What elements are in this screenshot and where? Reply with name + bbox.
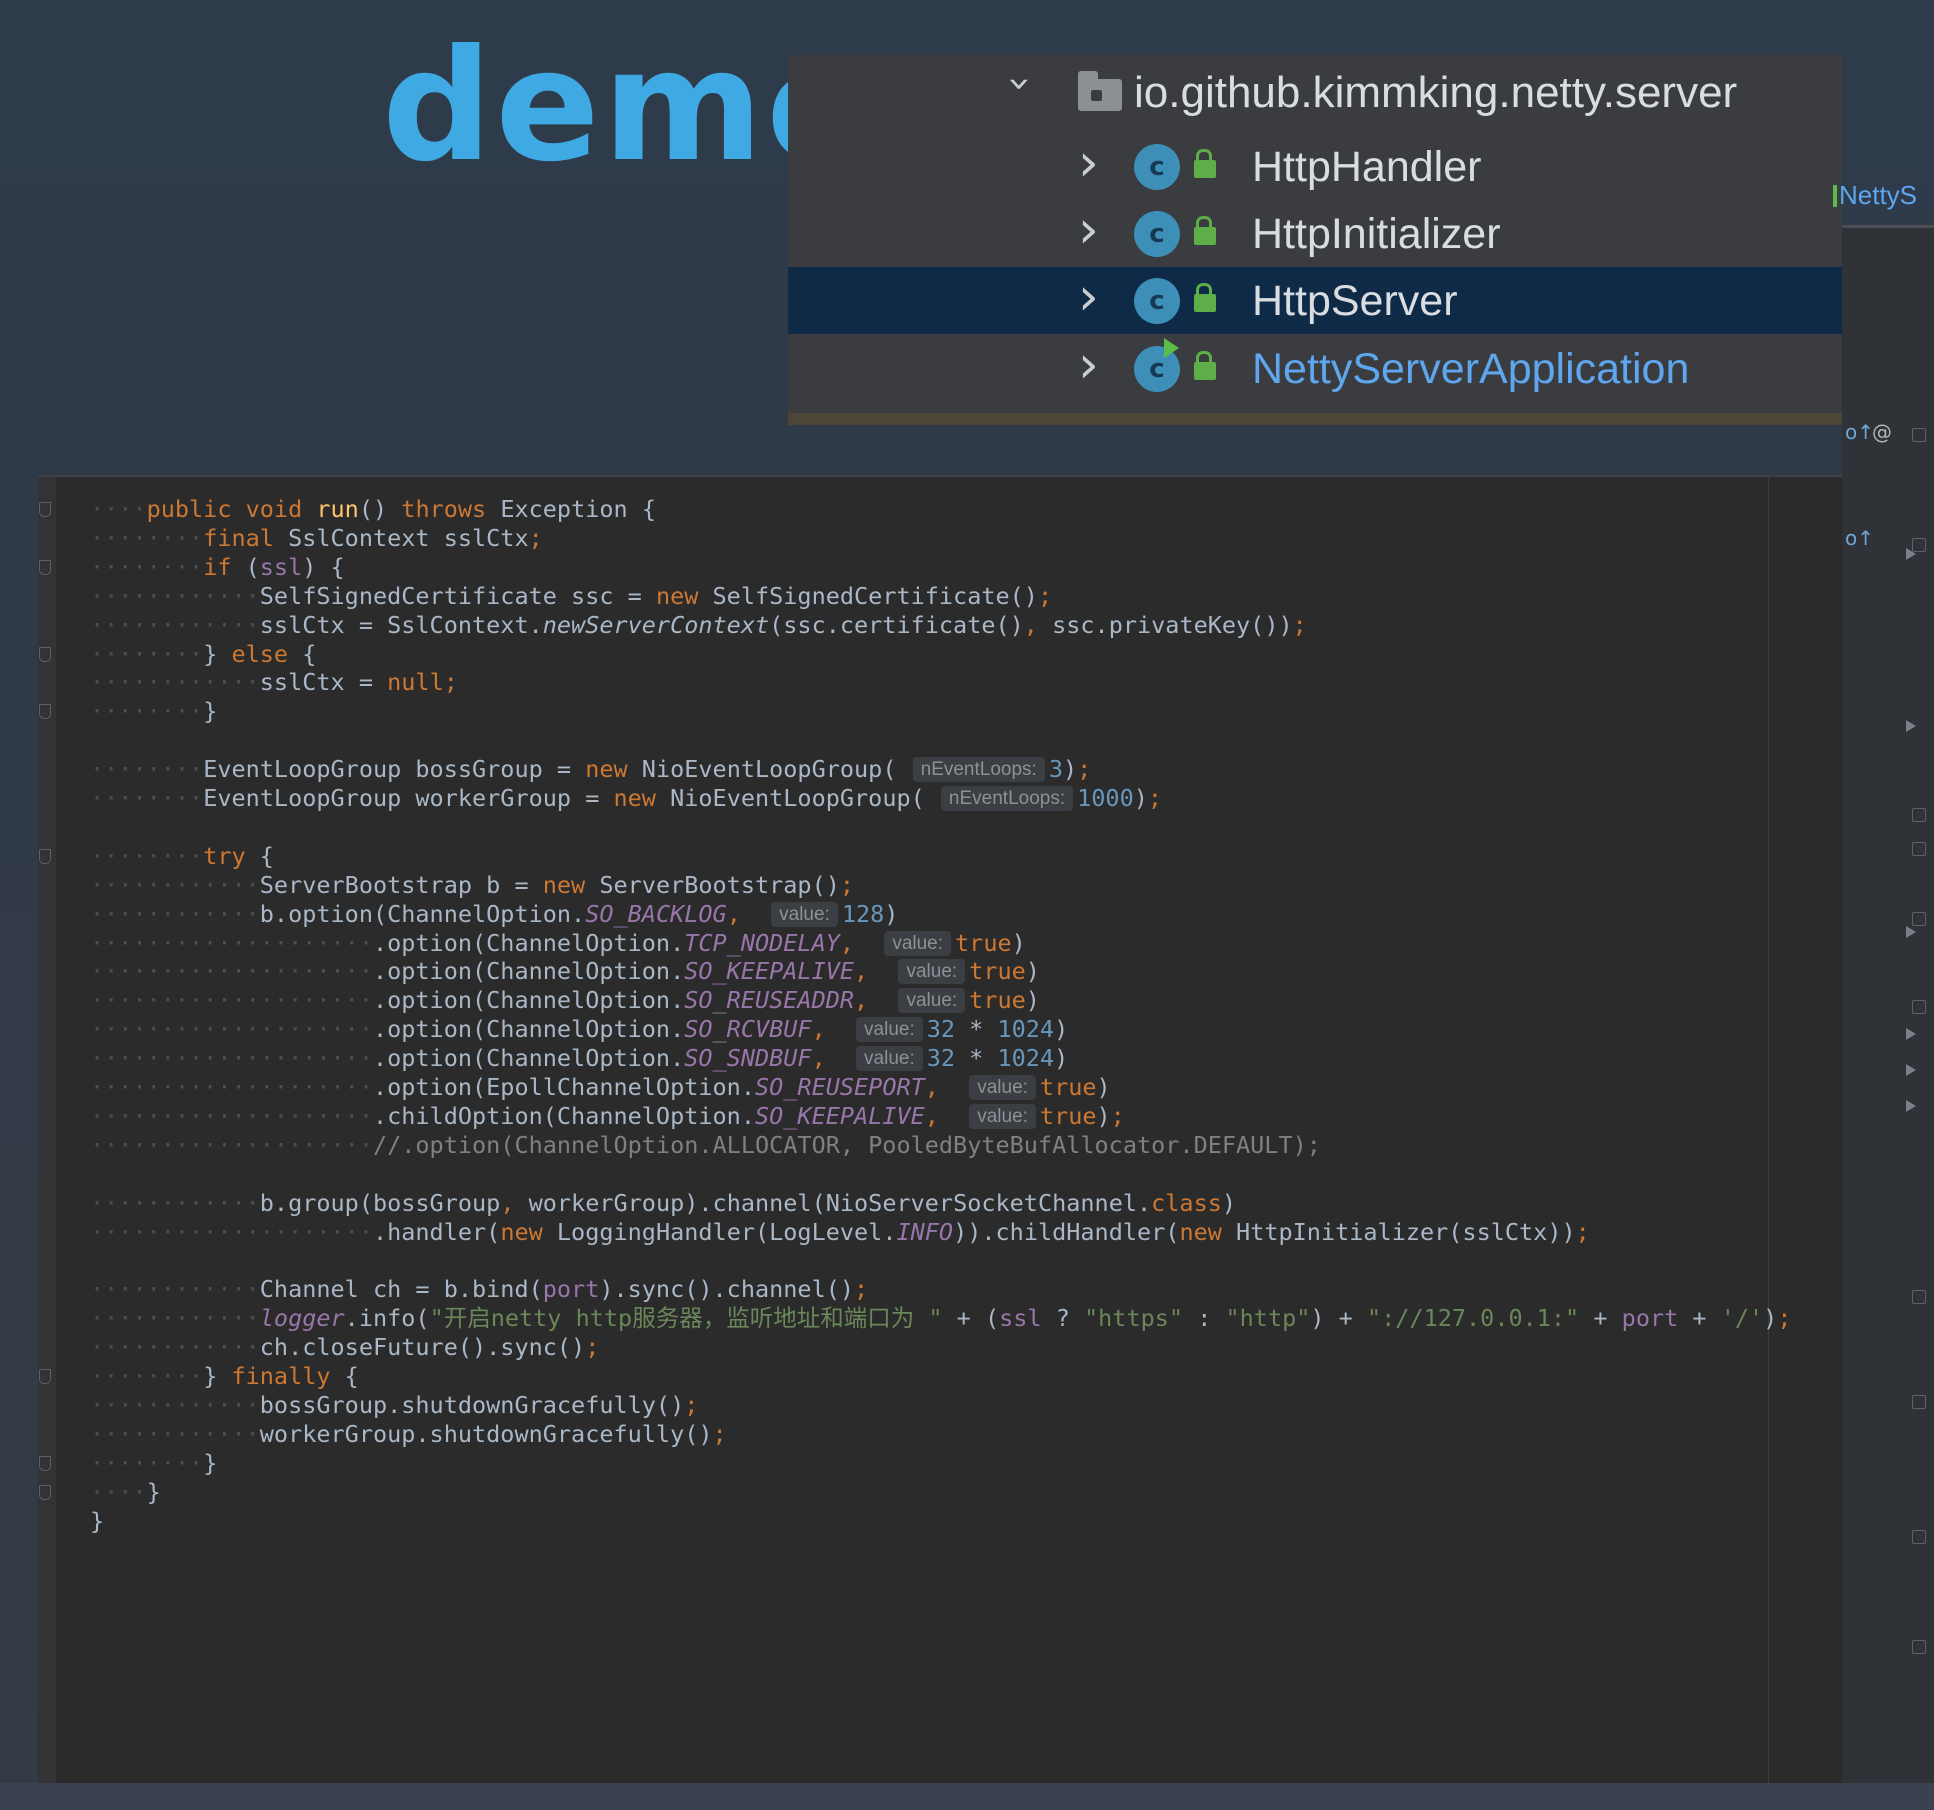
right-margin-guide — [1768, 477, 1769, 1785]
code-line[interactable]: } — [38, 1503, 104, 1539]
fold-icon[interactable] — [1912, 428, 1926, 442]
fold-icon[interactable] — [1912, 912, 1926, 926]
fold-gutter-icon[interactable] — [39, 502, 51, 517]
chevron-right-icon[interactable]: › — [1078, 335, 1099, 395]
fold-icon[interactable] — [1912, 1000, 1926, 1014]
project-tree[interactable]: › io.github.kimmking.netty.server › c Ht… — [788, 55, 1842, 425]
chevron-right-icon[interactable]: › — [1078, 133, 1099, 193]
override-marker-icon[interactable]: o↑ — [1845, 526, 1874, 550]
tree-package-row[interactable]: › io.github.kimmking.netty.server — [788, 55, 1842, 122]
gutter-arrow-icon[interactable] — [1906, 926, 1916, 938]
fold-gutter-icon[interactable] — [39, 1455, 51, 1471]
lock-icon — [1194, 216, 1216, 245]
lock-icon — [1194, 149, 1216, 178]
lock-icon — [1194, 283, 1216, 312]
lock-icon — [1194, 351, 1216, 380]
tree-item-httpinitializer[interactable]: › c HttpInitializer — [788, 200, 1842, 267]
editor-tab-nettyserverapplication[interactable]: NettyS — [1832, 180, 1917, 211]
tree-item-label: HttpServer — [1252, 277, 1458, 325]
editor-bottom-bar — [0, 1783, 1934, 1810]
tree-item-label: NettyServerApplication — [1252, 345, 1690, 393]
class-icon: c — [1134, 144, 1180, 190]
run-marker-icon — [1164, 338, 1179, 358]
gutter-arrow-icon[interactable] — [1906, 1028, 1916, 1040]
gutter-arrow-icon[interactable] — [1906, 1100, 1916, 1112]
tree-item-nettyserverapplication[interactable]: › c NettyServerApplication — [788, 335, 1842, 402]
class-icon: c — [1134, 278, 1180, 324]
gutter-arrow-icon[interactable] — [1906, 1064, 1916, 1076]
package-folder-icon — [1078, 71, 1122, 111]
code-editor[interactable]: ····public void run() throws Exception {… — [38, 475, 1842, 1785]
fold-icon[interactable] — [1912, 1530, 1926, 1544]
tree-item-httphandler[interactable]: › c HttpHandler — [788, 133, 1842, 200]
chevron-down-icon[interactable]: › — [997, 76, 1043, 92]
fold-gutter-icon[interactable] — [39, 1484, 51, 1500]
fold-icon[interactable] — [1912, 1290, 1926, 1304]
tree-item-label: HttpInitializer — [1252, 210, 1501, 258]
fold-gutter-icon[interactable] — [39, 704, 51, 720]
code-line[interactable]: ········EventLoopGroup workerGroup = new… — [38, 780, 1162, 816]
fold-gutter-icon[interactable] — [39, 848, 51, 864]
fold-gutter-icon[interactable] — [39, 1369, 51, 1384]
fold-icon[interactable] — [1912, 842, 1926, 856]
fold-icon[interactable] — [1912, 1395, 1926, 1409]
override-marker-icon[interactable]: o↑ — [1845, 420, 1874, 444]
code-line[interactable]: ····················.handler(new Logging… — [38, 1214, 1590, 1250]
fold-icon[interactable] — [1912, 1640, 1926, 1654]
chevron-right-icon[interactable]: › — [1078, 267, 1099, 327]
package-name: io.github.kimmking.netty.server — [1134, 68, 1738, 117]
gutter-arrow-icon[interactable] — [1906, 720, 1916, 732]
fold-icon[interactable] — [1912, 808, 1926, 822]
fold-gutter-icon[interactable] — [39, 559, 51, 575]
annotation-marker-icon[interactable]: @ — [1872, 420, 1892, 444]
code-line[interactable]: ····················//.option(ChannelOpt… — [38, 1127, 1321, 1163]
class-icon: c — [1134, 211, 1180, 257]
fold-icon[interactable] — [1912, 538, 1926, 552]
fold-gutter-icon[interactable] — [39, 646, 51, 662]
tree-item-label: HttpHandler — [1252, 143, 1482, 191]
tree-item-httpserver[interactable]: › c HttpServer — [788, 267, 1842, 334]
chevron-right-icon[interactable]: › — [1078, 200, 1099, 260]
